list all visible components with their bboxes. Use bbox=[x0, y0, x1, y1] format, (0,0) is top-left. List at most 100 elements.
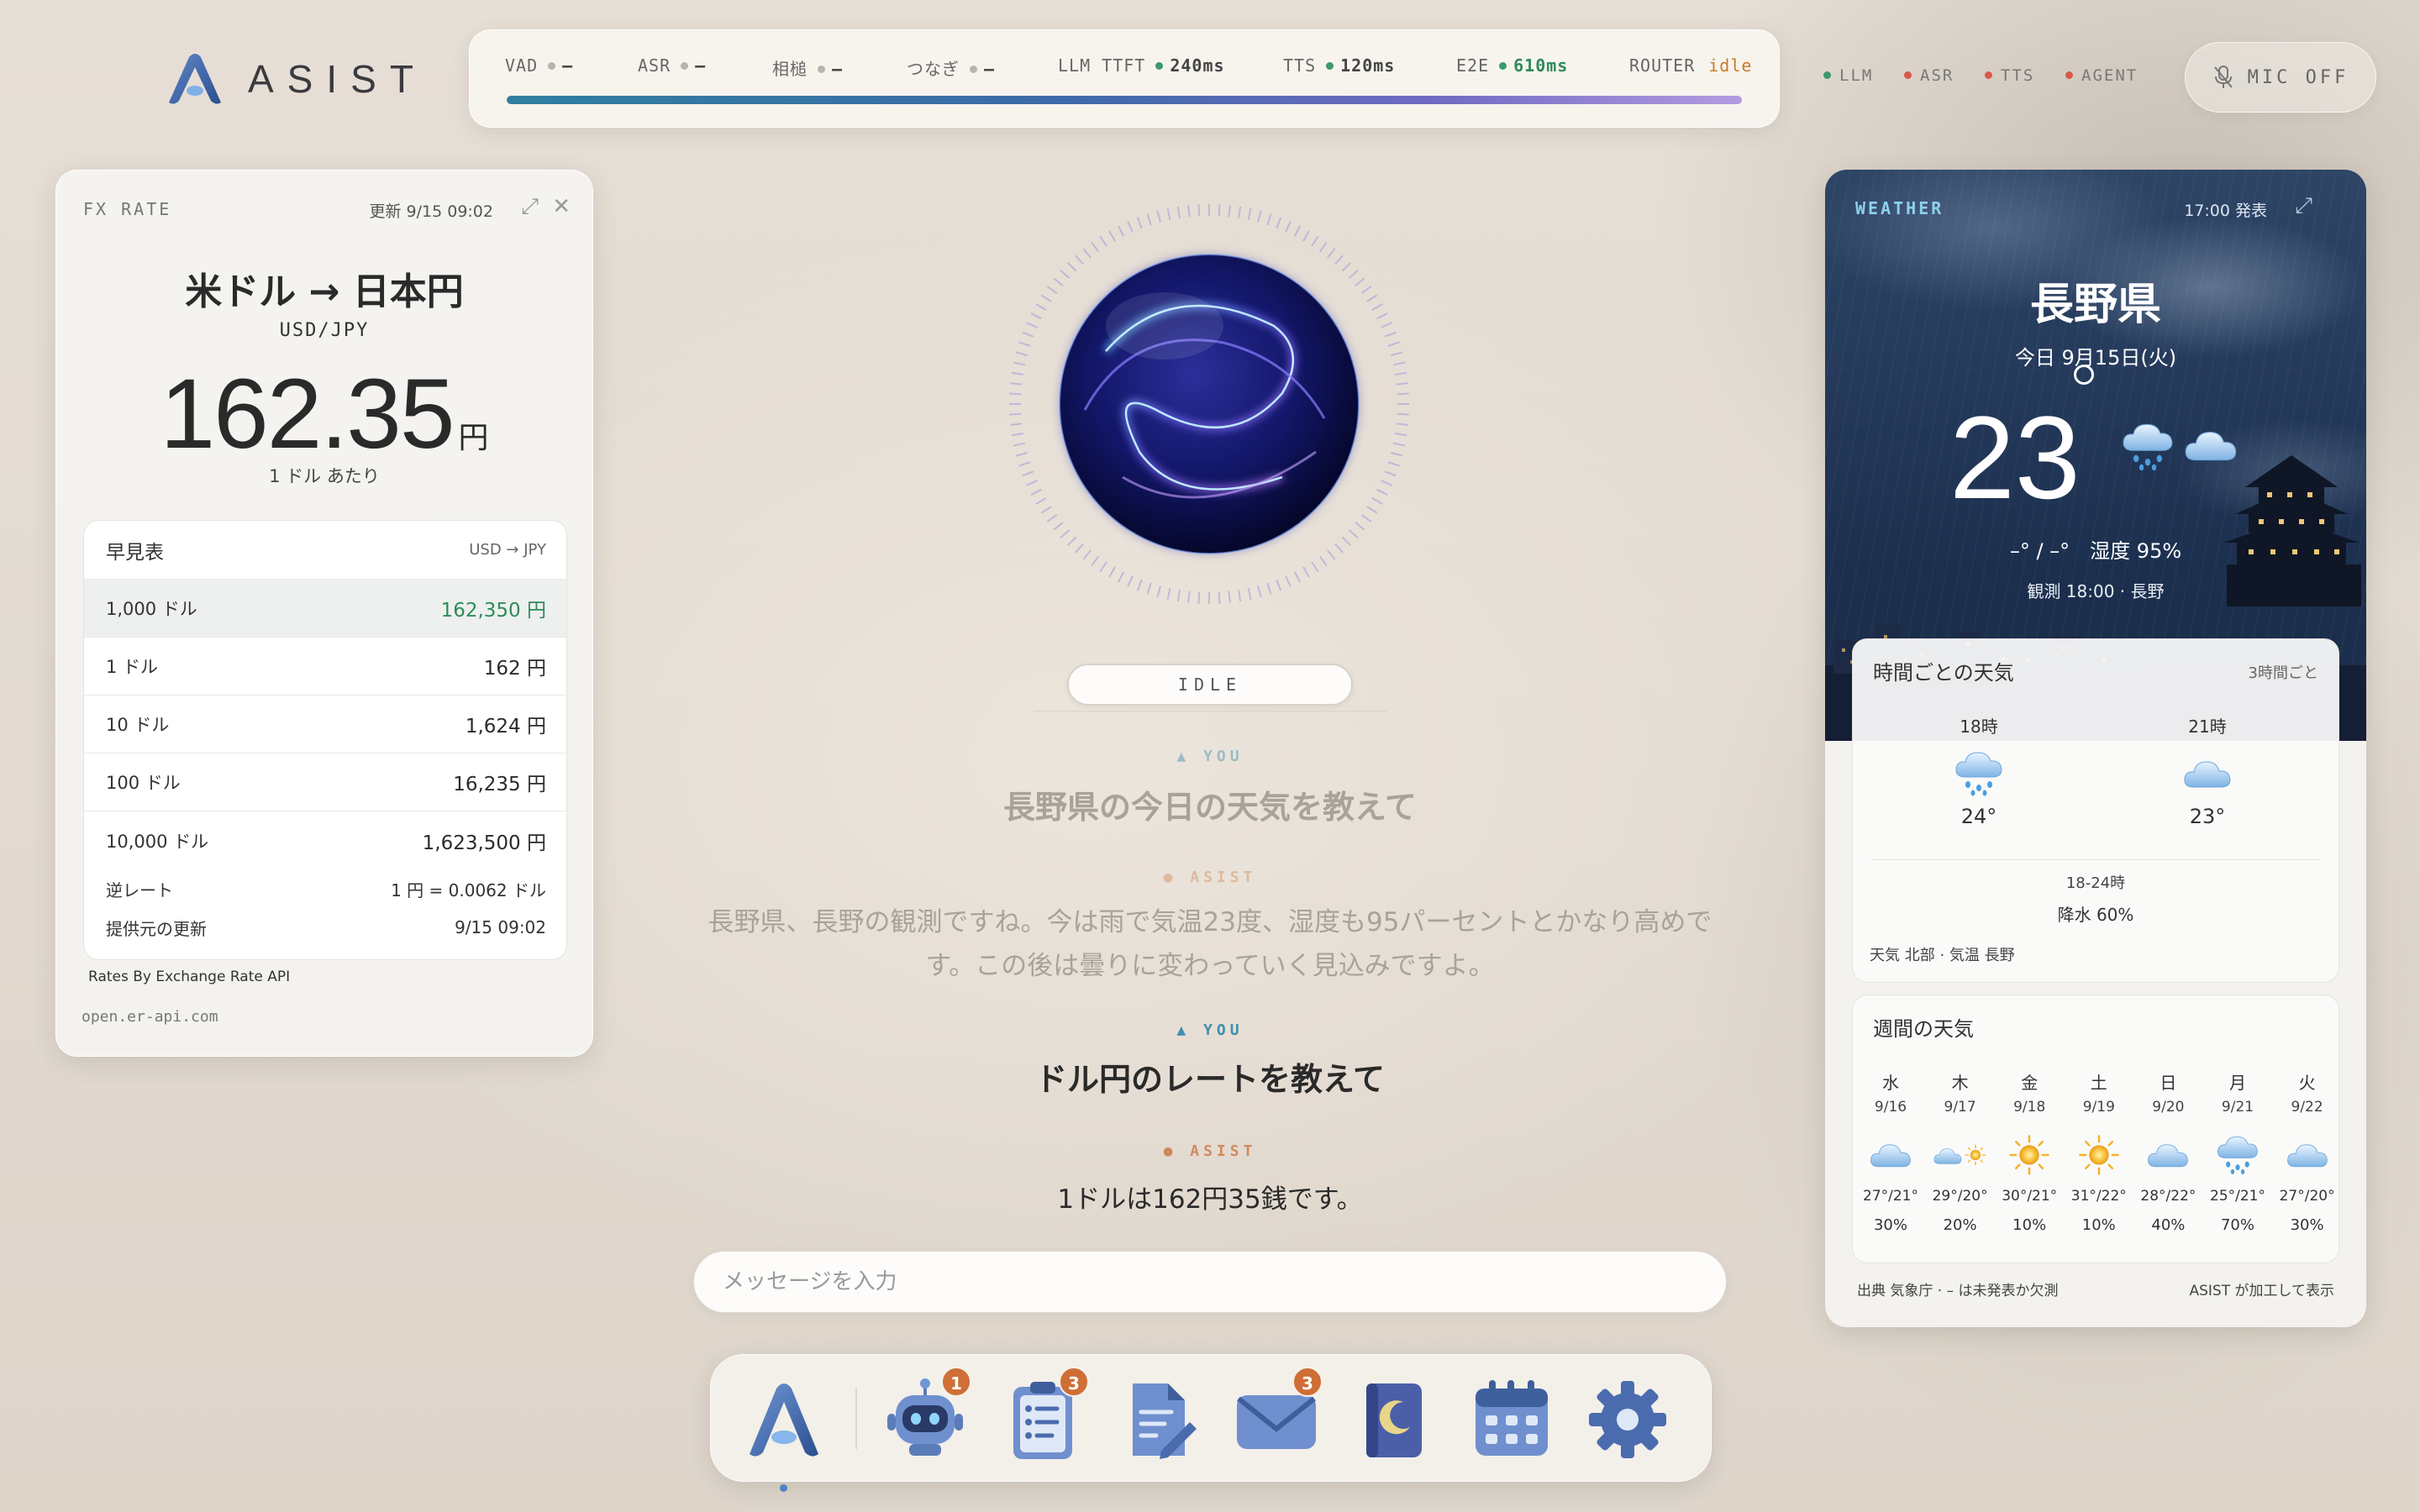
day-pop: 30% bbox=[2290, 1216, 2324, 1234]
orb-tick bbox=[1247, 587, 1252, 601]
role-text: ASIST bbox=[1190, 1142, 1257, 1160]
dock-asist-home[interactable] bbox=[738, 1373, 830, 1492]
orb-tick bbox=[1146, 582, 1152, 595]
row-value: 1,623,500 円 bbox=[422, 832, 546, 854]
orb-tick bbox=[1166, 587, 1171, 601]
metric-label: ASR bbox=[638, 55, 671, 76]
expand-icon[interactable]: ⤢ bbox=[521, 194, 539, 220]
role-text: YOU bbox=[1203, 1021, 1244, 1039]
metric-tts: TTS 120ms bbox=[1283, 55, 1395, 76]
divider bbox=[1871, 859, 2320, 860]
orb-tick bbox=[1010, 382, 1023, 386]
orb-tick bbox=[1035, 303, 1047, 311]
orb-tick bbox=[1009, 392, 1022, 396]
status-dot bbox=[1326, 62, 1334, 70]
dock-mail[interactable]: 3 bbox=[1230, 1367, 1323, 1466]
slot-time: 18時 bbox=[1960, 717, 1998, 737]
app-title: ASIST bbox=[248, 57, 427, 101]
orb-tick bbox=[1035, 497, 1047, 505]
orb-tick bbox=[1391, 351, 1403, 356]
status-dot bbox=[1985, 71, 1992, 79]
orb-tick bbox=[1053, 522, 1064, 531]
orb-tick bbox=[1327, 248, 1336, 259]
mic-toggle-button[interactable]: MIC OFF bbox=[2185, 42, 2376, 113]
orb-tick bbox=[1099, 561, 1107, 573]
orb-tick bbox=[1218, 591, 1221, 604]
status-dot bbox=[818, 66, 825, 73]
orb-tick bbox=[1075, 543, 1084, 554]
orb-tick bbox=[1334, 255, 1344, 265]
weather-card: WEATHER 17:00 発表 ⤢ 長野県 今日 9月15日(火) 23 –°… bbox=[1825, 170, 2366, 1327]
orb-tick bbox=[1392, 442, 1406, 447]
orb-tick bbox=[1022, 331, 1034, 338]
dock-journal[interactable] bbox=[1348, 1373, 1440, 1466]
orb-tick bbox=[1318, 241, 1328, 253]
orb-tick bbox=[1302, 230, 1310, 242]
day-date: 9/17 bbox=[1944, 1099, 1976, 1116]
metric-value: – bbox=[695, 55, 707, 76]
metric-value: – bbox=[984, 59, 996, 79]
humidity: 湿度 95% bbox=[2090, 539, 2182, 563]
close-icon[interactable]: ✕ bbox=[552, 194, 571, 219]
metric-llm-ttft: LLM TTFT 240ms bbox=[1058, 55, 1225, 76]
app-logo: ASIST bbox=[164, 52, 427, 106]
metric-label: LLM TTFT bbox=[1058, 55, 1146, 76]
service-status-llm: LLM bbox=[1823, 66, 1873, 85]
orb-tick bbox=[1030, 312, 1042, 320]
service-status-tts: TTS bbox=[1985, 66, 2034, 85]
rain-cloud-icon bbox=[1955, 752, 2002, 796]
slot-time: 21時 bbox=[2188, 717, 2227, 737]
assistant-orb[interactable] bbox=[1005, 200, 1413, 608]
dock-tasks[interactable]: 3 bbox=[997, 1367, 1089, 1466]
dock-calendar[interactable] bbox=[1465, 1373, 1558, 1466]
status-dot bbox=[2065, 71, 2073, 79]
orb-tick bbox=[1391, 452, 1403, 457]
expand-icon[interactable]: ⤢ bbox=[2295, 193, 2312, 219]
orb-tick bbox=[1302, 566, 1310, 578]
status-dot bbox=[1155, 62, 1164, 70]
orb-tick bbox=[1376, 488, 1388, 496]
orb-tick bbox=[1276, 579, 1282, 591]
orb-tick bbox=[1022, 470, 1034, 477]
day-name: 水 bbox=[1882, 1073, 1899, 1093]
metric-aizuchi: 相槌 – bbox=[772, 55, 843, 80]
orb-tick bbox=[1060, 529, 1071, 538]
status-dot bbox=[1499, 62, 1507, 70]
orb-tick bbox=[1018, 341, 1031, 347]
dock-notes[interactable] bbox=[1113, 1373, 1205, 1466]
orb-tick bbox=[1176, 206, 1181, 218]
app-dock: 1 3 3 bbox=[710, 1354, 1712, 1492]
weekly-forecast: 週間の天気 水 9/16 27°/21° 30% 木 9/17 29°/20° 20% 金 9/1… bbox=[1852, 995, 2339, 1263]
precip-probability: 降水 60% bbox=[2057, 905, 2134, 925]
orb-tick bbox=[1009, 412, 1022, 416]
dock-settings[interactable] bbox=[1581, 1373, 1674, 1466]
cloud-icon bbox=[2148, 1144, 2189, 1168]
hourly-source: 天気 北部 · 気温 長野 bbox=[1870, 947, 2015, 964]
day-temp: 25°/21° bbox=[2210, 1188, 2265, 1205]
orb-tick bbox=[1355, 522, 1365, 531]
role-text: ASIST bbox=[1190, 869, 1257, 886]
metric-label: VAD bbox=[505, 55, 539, 76]
dock-agent[interactable]: 1 bbox=[879, 1367, 971, 1466]
table-title: 早見表 bbox=[106, 541, 164, 564]
orb-tick bbox=[1387, 461, 1400, 467]
orb-tick bbox=[1013, 442, 1026, 447]
day-date: 9/19 bbox=[2082, 1099, 2115, 1116]
orb-tick bbox=[1360, 513, 1372, 522]
day-date: 9/21 bbox=[2221, 1099, 2254, 1116]
day-temp: 30°/21° bbox=[2002, 1188, 2058, 1205]
orb-tick bbox=[1341, 536, 1351, 546]
weekly-day: 金 9/18 30°/21° 10% bbox=[1995, 1069, 2064, 1234]
orb-tick bbox=[1082, 549, 1092, 560]
cloud-icon bbox=[1870, 1144, 1911, 1168]
orb-tick bbox=[1118, 571, 1125, 583]
row-label: 10,000 ドル bbox=[106, 831, 209, 852]
table-subtitle: USD → JPY bbox=[469, 541, 546, 559]
moon-book-icon bbox=[1366, 1383, 1422, 1457]
day-date: 9/20 bbox=[2152, 1099, 2185, 1116]
orb-tick bbox=[1099, 235, 1107, 247]
message-input[interactable]: メッセージを入力 bbox=[693, 1251, 1727, 1313]
active-indicator bbox=[780, 1484, 787, 1492]
weather-observed: 観測 18:00 · 長野 bbox=[2027, 581, 2165, 601]
metric-filler: つなぎ – bbox=[907, 55, 995, 80]
